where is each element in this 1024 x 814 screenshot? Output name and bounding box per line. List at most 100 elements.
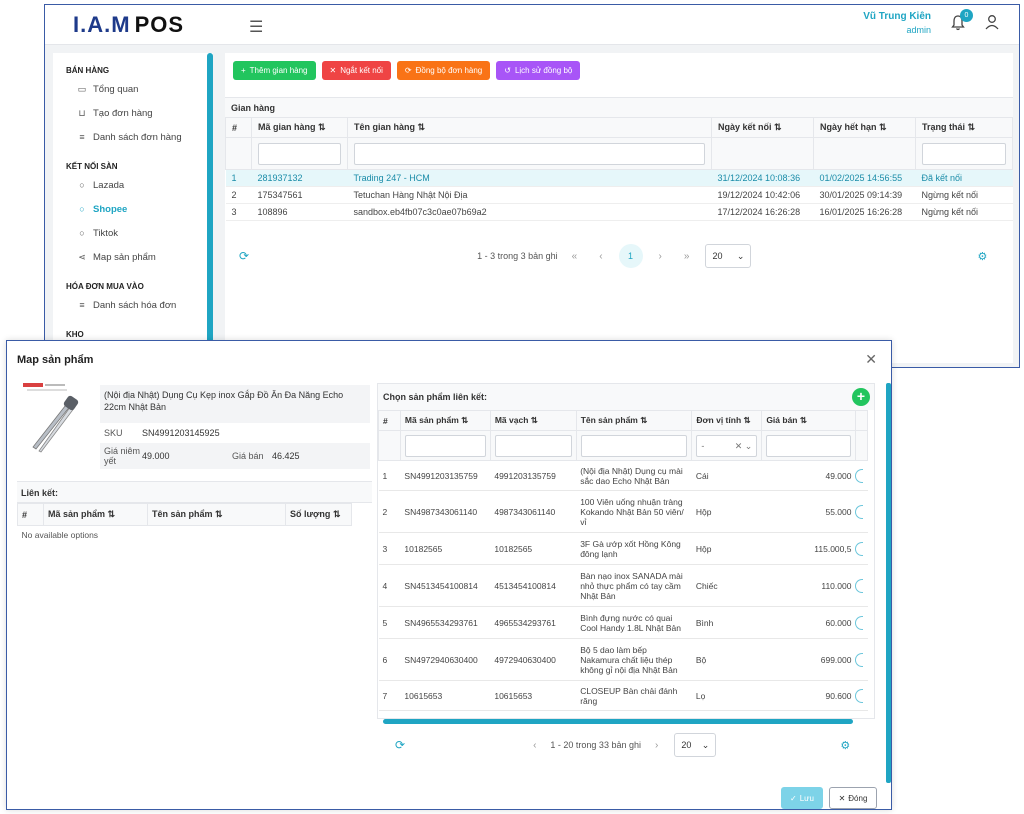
column-header[interactable]: #: [225, 117, 252, 138]
table-row[interactable]: 7 10615653 10615653 CLOSEUP Bàn chải đánh r…: [378, 680, 868, 711]
store-table-caption: Gian hàng: [225, 97, 1013, 117]
close-icon[interactable]: ✕: [865, 351, 877, 368]
sale-price-value: 46.425: [272, 451, 300, 461]
next-page-icon[interactable]: ›: [655, 740, 658, 751]
current-page-button[interactable]: 1: [618, 244, 643, 268]
column-header[interactable]: Mã vạch ⇅: [489, 410, 577, 431]
modal-title: Map sản phẩm: [17, 354, 94, 366]
store-code-filter[interactable]: [258, 142, 341, 165]
table-row[interactable]: 3 10182565 10182565 3F Gà ướp xốt Hồng Kông…: [378, 532, 868, 565]
sync-orders-button[interactable]: ⟳ Đồng bộ đơn hàng: [396, 61, 491, 80]
sort-icon: ⇅: [967, 122, 976, 132]
price-filter[interactable]: [766, 434, 851, 457]
chevron-down-icon: ⌄: [736, 250, 745, 261]
user-info[interactable]: Vũ Trung Kiên admin: [863, 11, 931, 35]
bell-icon[interactable]: 0: [951, 9, 973, 35]
sku-row: SKU SN4991203145925: [104, 428, 220, 438]
linked-products: Liên kết: # Mã sản phẩm ⇅ Tên sản phẩm ⇅…: [17, 481, 372, 544]
column-header[interactable]: #: [378, 410, 401, 431]
modal-footer: ✓ Lưu ✕ Đóng: [781, 787, 877, 809]
first-page-icon[interactable]: «: [572, 251, 578, 262]
product-code-filter[interactable]: [404, 434, 486, 457]
product-picker: Chọn sản phẩm liên kết: + # Mã sản phẩm …: [377, 383, 875, 719]
column-header[interactable]: Tên gian hàng ⇅: [347, 117, 712, 138]
select-checkbox[interactable]: [855, 541, 864, 556]
table-row[interactable]: 2 SN4987343061140 4987343061140 100 Viên uố…: [378, 490, 868, 533]
product-info: (Nội địa Nhật) Dụng Cụ Kẹp inox Gắp Đồ Ă…: [100, 385, 370, 469]
select-checkbox[interactable]: [855, 688, 864, 703]
column-header[interactable]: Giá bán ⇅: [761, 410, 856, 431]
column-header[interactable]: Mã sản phẩm ⇅: [43, 503, 148, 526]
user-icon[interactable]: [985, 14, 999, 30]
sidebar-scrollbar[interactable]: [207, 53, 213, 367]
sidebar-item-map-products[interactable]: ⋖ Map sản phẩm: [53, 245, 213, 269]
sidebar-item-overview[interactable]: ▭ Tổng quan: [53, 77, 213, 101]
circle-icon: ○: [79, 228, 85, 238]
sync-history-button[interactable]: ↺ Lịch sử đồng bộ: [496, 61, 581, 80]
column-header[interactable]: Mã sản phẩm ⇅: [399, 410, 491, 431]
column-header[interactable]: Số lượng ⇅: [285, 503, 352, 526]
toolbar: + Thêm gian hàng ✕ Ngắt kết nối ⟳ Đồng bộ đ…: [233, 61, 581, 80]
gear-icon[interactable]: ⚙: [977, 250, 987, 263]
list-icon: ≡: [79, 132, 85, 142]
next-page-icon[interactable]: ›: [659, 251, 662, 262]
sidebar-item-tiktok[interactable]: ○ Tiktok: [53, 221, 213, 245]
close-button[interactable]: ✕ Đóng: [829, 787, 877, 809]
status-filter[interactable]: [922, 142, 1006, 165]
column-header[interactable]: Tên sản phẩm ⇅: [147, 503, 286, 526]
sort-icon: ⇅: [743, 415, 751, 425]
select-checkbox[interactable]: [855, 578, 864, 593]
page-size-select[interactable]: 20 ⌄: [674, 733, 717, 757]
store-name-filter[interactable]: [354, 142, 705, 165]
product-name-filter[interactable]: [580, 434, 688, 457]
add-product-button[interactable]: +: [852, 388, 870, 406]
sidebar-section-invoices: HÓA ĐƠN MUA VÀO: [66, 282, 144, 291]
product-image: [21, 381, 93, 455]
column-header[interactable]: #: [17, 503, 44, 526]
sidebar-item-create-order[interactable]: ⊔ Tạo đơn hàng: [53, 101, 213, 125]
select-checkbox[interactable]: [855, 468, 864, 483]
menu-toggle-icon[interactable]: ☰: [249, 17, 263, 37]
refresh-icon[interactable]: ⟳: [395, 738, 405, 752]
table-row[interactable]: 5 SN4965534293761 4965534293761 Bình đựng n…: [378, 606, 868, 639]
sidebar-item-lazada[interactable]: ○ Lazada: [53, 173, 213, 197]
column-header[interactable]: Ngày kết nối ⇅: [711, 117, 814, 138]
column-header[interactable]: Tên sản phẩm ⇅: [575, 410, 693, 431]
column-header[interactable]: Ngày hết hạn ⇅: [813, 117, 916, 138]
table-row[interactable]: 4 SN4513454100814 4513454100814 Bàn nạo ino…: [378, 564, 868, 607]
page-size-select[interactable]: 20 ⌄: [705, 244, 752, 268]
column-header[interactable]: Đơn vị tính ⇅: [691, 410, 763, 431]
app-logo[interactable]: I.A.M POS: [73, 12, 184, 38]
table-row[interactable]: 1 281937132 Trading 247 - HCM 31/12/2024 10…: [225, 169, 1013, 187]
modal-scrollbar[interactable]: [886, 383, 891, 783]
select-checkbox[interactable]: [855, 652, 864, 667]
select-checkbox[interactable]: [855, 615, 864, 630]
clear-icon: ✕: [734, 440, 743, 451]
sidebar-item-orders[interactable]: ≡ Danh sách đơn hàng: [53, 125, 213, 149]
prev-page-icon[interactable]: ‹: [533, 740, 536, 751]
sort-icon: ⇅: [417, 122, 426, 132]
gear-icon[interactable]: ⚙: [840, 739, 850, 752]
table-row[interactable]: 3 108896 sandbox.eb4fb07c3c0ae07b69a2 17/12…: [225, 203, 1013, 221]
sort-icon: ⇅: [318, 122, 326, 132]
select-checkbox[interactable]: [855, 504, 864, 519]
prev-page-icon[interactable]: ‹: [599, 251, 602, 262]
sidebar-item-shopee[interactable]: ○ Shopee: [53, 197, 213, 221]
horizontal-scrollbar[interactable]: [383, 719, 853, 724]
unit-filter-select[interactable]: - ✕ ⌄: [696, 434, 758, 457]
table-row[interactable]: 1 SN4991203135759 4991203135759 (Nội địa Nh…: [378, 460, 868, 491]
barcode-filter[interactable]: [494, 434, 572, 457]
table-row[interactable]: 2 175347561 Tetuchan Hàng Nhật Nội Địa 19/1…: [225, 186, 1013, 204]
add-store-button[interactable]: + Thêm gian hàng: [233, 61, 316, 80]
pager-text: 1 - 20 trong 33 bản ghi: [550, 740, 641, 750]
column-header[interactable]: Trạng thái ⇅: [915, 117, 1013, 138]
refresh-icon[interactable]: ⟳: [239, 249, 249, 263]
last-page-icon[interactable]: »: [684, 251, 690, 262]
disconnect-button[interactable]: ✕ Ngắt kết nối: [321, 61, 391, 80]
sidebar-item-invoice-list[interactable]: ≡ Danh sách hóa đơn: [53, 293, 213, 317]
column-header[interactable]: Mã gian hàng ⇅: [251, 117, 348, 138]
save-button[interactable]: ✓ Lưu: [781, 787, 823, 809]
picker-title: Chọn sản phẩm liên kết: +: [378, 384, 874, 410]
plus-icon: +: [241, 66, 246, 75]
table-row[interactable]: 6 SN4972940630400 4972940630400 Bộ 5 dao là…: [378, 638, 868, 681]
